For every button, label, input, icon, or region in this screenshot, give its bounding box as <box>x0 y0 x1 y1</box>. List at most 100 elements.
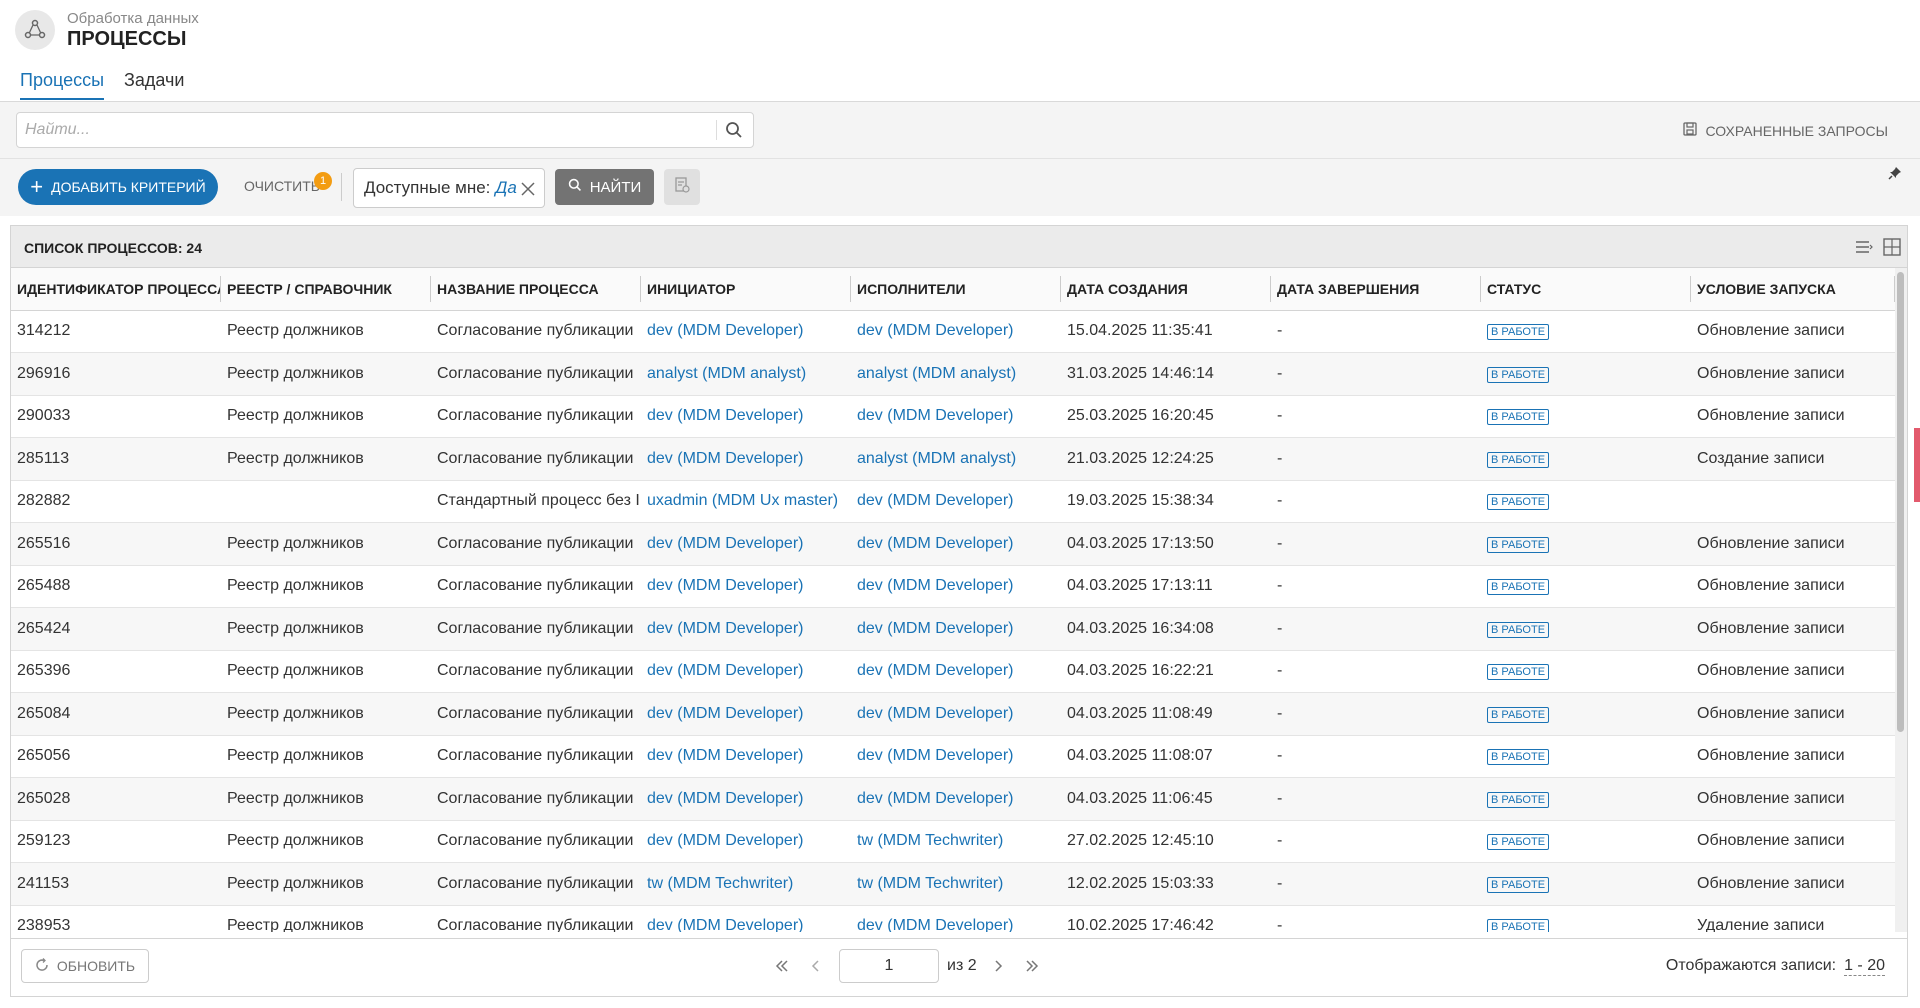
col-initiator-cell[interactable]: dev (MDM Developer) <box>641 522 851 566</box>
col-initiator-cell[interactable]: dev (MDM Developer) <box>641 777 851 821</box>
saved-queries-button[interactable]: СОХРАНЕННЫЕ ЗАПРОСЫ <box>1683 122 1888 139</box>
table-row[interactable]: 290033 Реестр должников Согласование публи… <box>11 395 1895 438</box>
table-row[interactable]: 265396 Реестр должников Согласование публи… <box>11 650 1895 693</box>
col-status-header[interactable]: СТАТУС <box>1481 268 1691 311</box>
col-executors-cell[interactable]: analyst (MDM analyst) <box>851 437 1061 481</box>
col-finished-header[interactable]: ДАТА ЗАВЕРШЕНИЯ <box>1271 268 1481 311</box>
pin-icon[interactable] <box>1888 166 1904 182</box>
col-process-name-cell: Согласование публикации <box>431 692 641 736</box>
table-scrollbar[interactable] <box>1895 268 1907 932</box>
col-initiator-cell[interactable]: dev (MDM Developer) <box>641 395 851 438</box>
refresh-button[interactable]: ОБНОВИТЬ <box>21 949 149 983</box>
clear-button[interactable]: ОЧИСТИТЬ <box>244 178 320 194</box>
col-executors-cell[interactable]: dev (MDM Developer) <box>851 522 1061 566</box>
col-created-cell: 04.03.2025 11:08:49 <box>1061 692 1271 736</box>
table-row[interactable]: 265488 Реестр должников Согласование публи… <box>11 565 1895 608</box>
columns-settings-icon[interactable] <box>1855 239 1873 255</box>
next-page-icon[interactable] <box>981 949 1015 983</box>
col-finished-cell: - <box>1271 395 1481 438</box>
find-button[interactable]: НАЙТИ <box>555 169 654 205</box>
col-process-name-cell: Согласование публикации <box>431 820 641 863</box>
col-process-id-cell: 296916 <box>11 352 221 396</box>
tab-tasks[interactable]: Задачи <box>124 70 184 100</box>
col-initiator-cell[interactable]: dev (MDM Developer) <box>641 735 851 778</box>
col-executors-cell[interactable]: dev (MDM Developer) <box>851 650 1061 693</box>
table-row[interactable]: 241153 Реестр должников Согласование публи… <box>11 862 1895 906</box>
col-initiator-cell[interactable]: dev (MDM Developer) <box>641 905 851 932</box>
col-initiator-cell[interactable]: analyst (MDM analyst) <box>641 352 851 396</box>
search-input[interactable] <box>25 113 715 147</box>
col-executors-cell[interactable]: analyst (MDM analyst) <box>851 352 1061 396</box>
col-process-id-cell: 285113 <box>11 437 221 481</box>
filter-chip-available[interactable]: Доступные мне: Да <box>353 168 545 208</box>
col-executors-cell[interactable]: dev (MDM Developer) <box>851 905 1061 932</box>
table-row[interactable]: 265516 Реестр должников Согласование публи… <box>11 522 1895 566</box>
last-page-icon[interactable] <box>1015 949 1049 983</box>
col-created-cell: 04.03.2025 16:34:08 <box>1061 607 1271 651</box>
search-icon[interactable] <box>725 121 745 141</box>
first-page-icon[interactable] <box>765 949 799 983</box>
refresh-icon <box>35 957 49 975</box>
col-initiator-cell[interactable]: dev (MDM Developer) <box>641 820 851 863</box>
col-finished-cell: - <box>1271 692 1481 736</box>
table-row[interactable]: 265084 Реестр должников Согласование публи… <box>11 692 1895 736</box>
col-initiator-cell[interactable]: dev (MDM Developer) <box>641 607 851 651</box>
table-row[interactable]: 265028 Реестр должников Согласование публи… <box>11 777 1895 821</box>
table-row[interactable]: 265424 Реестр должников Согласование публи… <box>11 607 1895 651</box>
col-executors-cell[interactable]: dev (MDM Developer) <box>851 692 1061 736</box>
col-executors-cell[interactable]: tw (MDM Techwriter) <box>851 862 1061 906</box>
export-button[interactable] <box>664 169 700 205</box>
col-executors-cell[interactable]: dev (MDM Developer) <box>851 565 1061 608</box>
col-initiator-cell[interactable]: dev (MDM Developer) <box>641 650 851 693</box>
col-executors-cell[interactable]: dev (MDM Developer) <box>851 310 1061 353</box>
col-executors-cell[interactable]: dev (MDM Developer) <box>851 480 1061 523</box>
col-initiator-cell[interactable]: uxadmin (MDM Ux master) <box>641 480 851 523</box>
col-executors-cell[interactable]: dev (MDM Developer) <box>851 735 1061 778</box>
add-criteria-button[interactable]: + ДОБАВИТЬ КРИТЕРИЙ <box>18 169 218 205</box>
status-badge: В РАБОТЕ <box>1487 706 1550 723</box>
col-executors-header[interactable]: ИСПОЛНИТЕЛИ <box>851 268 1061 311</box>
table-row[interactable]: 259123 Реестр должников Согласование публи… <box>11 820 1895 863</box>
plus-icon: + <box>30 174 44 199</box>
close-icon[interactable] <box>519 180 537 198</box>
col-executors-cell[interactable]: dev (MDM Developer) <box>851 777 1061 821</box>
status-badge: В РАБОТЕ <box>1487 536 1550 553</box>
col-initiator-cell[interactable]: tw (MDM Techwriter) <box>641 862 851 906</box>
col-initiator-cell[interactable]: dev (MDM Developer) <box>641 310 851 353</box>
clear-count-badge: 1 <box>314 172 332 190</box>
table-row[interactable]: 296916 Реестр должников Согласование публи… <box>11 352 1895 396</box>
scrollbar-thumb[interactable] <box>1897 272 1904 732</box>
col-initiator-cell[interactable]: dev (MDM Developer) <box>641 437 851 481</box>
col-executors-cell[interactable]: tw (MDM Techwriter) <box>851 820 1061 863</box>
col-process-id-header[interactable]: ИДЕНТИФИКАТОР ПРОЦЕССА <box>11 268 221 311</box>
col-finished-cell: - <box>1271 565 1481 608</box>
col-executors-cell[interactable]: dev (MDM Developer) <box>851 607 1061 651</box>
status-badge: В РАБОТЕ <box>1487 919 1550 932</box>
col-process-name-cell: Согласование публикации <box>431 352 641 396</box>
col-initiator-cell[interactable]: dev (MDM Developer) <box>641 565 851 608</box>
col-start-condition-header[interactable]: УСЛОВИЕ ЗАПУСКА <box>1691 268 1895 311</box>
table-view-icon[interactable] <box>1883 238 1901 256</box>
col-initiator-cell[interactable]: dev (MDM Developer) <box>641 692 851 736</box>
prev-page-icon[interactable] <box>799 949 833 983</box>
table-row[interactable]: 238953 Реестр должников Согласование публи… <box>11 905 1895 932</box>
add-criteria-label: ДОБАВИТЬ КРИТЕРИЙ <box>51 179 206 195</box>
col-initiator-header[interactable]: ИНИЦИАТОР <box>641 268 851 311</box>
table-row[interactable]: 314212 Реестр должников Согласование публи… <box>11 310 1895 353</box>
col-process-name-header[interactable]: НАЗВАНИЕ ПРОЦЕССА <box>431 268 641 311</box>
col-registry-header[interactable]: РЕЕСТР / СПРАВОЧНИК <box>221 268 431 311</box>
page-number-input[interactable] <box>839 949 939 983</box>
col-created-header[interactable]: ДАТА СОЗДАНИЯ <box>1061 268 1271 311</box>
table-row[interactable]: 265056 Реестр должников Согласование публи… <box>11 735 1895 778</box>
table-row[interactable]: 282882 Стандартный процесс без Iuxadmin (… <box>11 480 1895 523</box>
status-badge: В РАБОТЕ <box>1487 834 1550 851</box>
col-finished-cell: - <box>1271 437 1481 481</box>
pagination: из 2 <box>765 949 1049 983</box>
tab-processes[interactable]: Процессы <box>20 70 105 100</box>
col-created-cell: 25.03.2025 16:20:45 <box>1061 395 1271 438</box>
col-executors-cell[interactable]: dev (MDM Developer) <box>851 395 1061 438</box>
table-row[interactable]: 285113 Реестр должников Согласование публи… <box>11 437 1895 481</box>
status-badge: В РАБОТЕ <box>1487 409 1550 426</box>
col-process-name-cell: Согласование публикации <box>431 565 641 608</box>
records-range[interactable]: 1 - 20 <box>1844 957 1885 976</box>
